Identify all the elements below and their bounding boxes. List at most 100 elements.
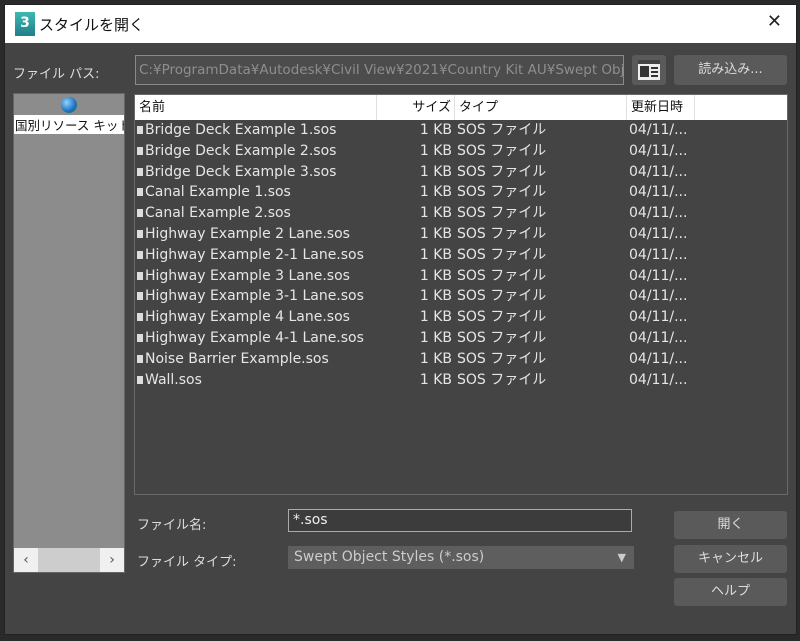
places-sidebar: 国別リソース キット ‹ › [13,93,125,573]
file-list-header: 名前 サイズ タイプ 更新日時 [135,95,787,120]
file-size: 1 KB [419,267,452,284]
file-name-cell: Highway Example 3-1 Lane.sos [135,286,377,307]
file-icon [137,146,143,155]
scroll-right-icon[interactable]: › [100,548,124,572]
file-name: Highway Example 3-1 Lane.sos [145,288,364,305]
file-icon [137,167,143,176]
file-name-cell: Bridge Deck Example 2.sos [135,141,377,162]
file-size: 1 KB [419,142,452,159]
file-type: SOS ファイル [457,142,547,159]
file-type-label: ファイル タイプ: [137,555,237,570]
dialog-title: スタイルを開く [39,16,145,34]
file-name-input[interactable]: *.sos [288,509,632,532]
file-type: SOS ファイル [457,288,547,305]
file-date: 04/11/... [629,246,688,263]
view-details-icon [638,60,660,80]
file-size: 1 KB [419,288,452,305]
file-row[interactable]: Highway Example 2 Lane.sos 1 KB SOS ファイル 04… [135,224,787,245]
file-name: Highway Example 2-1 Lane.sos [145,246,364,263]
file-date: 04/11/... [629,288,688,305]
file-row[interactable]: Canal Example 1.sos 1 KB SOS ファイル 04/11/... [135,182,787,203]
file-row[interactable]: Highway Example 3-1 Lane.sos 1 KB SOS ファイル… [135,286,787,307]
sidebar-horizontal-scrollbar[interactable]: ‹ › [14,548,124,572]
file-row[interactable]: Noise Barrier Example.sos 1 KB SOS ファイル 04/… [135,349,787,370]
read-button[interactable]: 読み込み... [674,55,787,85]
file-row[interactable]: Highway Example 2-1 Lane.sos 1 KB SOS ファイル… [135,245,787,266]
file-type: SOS ファイル [457,184,547,201]
view-mode-button[interactable] [632,55,666,85]
file-path-label: ファイル パス: [13,67,100,82]
file-row[interactable]: Highway Example 4-1 Lane.sos 1 KB SOS ファイル… [135,328,787,349]
column-header-type[interactable]: タイプ [455,95,627,120]
file-name-cell: Highway Example 2-1 Lane.sos [135,245,377,266]
file-icon [137,375,143,384]
file-name: Highway Example 4 Lane.sos [145,309,350,326]
file-size: 1 KB [419,225,452,242]
file-name: Canal Example 1.sos [145,184,291,201]
file-row[interactable]: Bridge Deck Example 2.sos 1 KB SOS ファイル 04/… [135,141,787,162]
file-name-cell: Highway Example 3 Lane.sos [135,266,377,287]
file-row[interactable]: Wall.sos 1 KB SOS ファイル 04/11/... [135,370,787,391]
scrollbar-thumb[interactable] [38,548,100,572]
open-style-dialog: 3 スタイルを開く ✕ ファイル パス: C:¥ProgramData¥Auto… [4,4,797,635]
file-name-cell: Canal Example 1.sos [135,182,377,203]
file-type-value: Swept Object Styles (*.sos) [294,549,485,565]
cancel-button[interactable]: キャンセル [674,545,787,573]
file-date: 04/11/... [629,142,688,159]
file-icon [137,271,143,280]
file-date: 04/11/... [629,267,688,284]
file-name: Canal Example 2.sos [145,205,291,222]
file-type: SOS ファイル [457,246,547,263]
file-name-cell: Wall.sos [135,370,377,391]
file-icon [137,209,143,218]
file-path-input[interactable]: C:¥ProgramData¥Autodesk¥Civil View¥2021¥… [135,55,624,85]
file-type: SOS ファイル [457,225,547,242]
file-type: SOS ファイル [457,329,547,346]
scroll-left-icon[interactable]: ‹ [14,548,38,572]
file-date: 04/11/... [629,184,688,201]
open-button[interactable]: 開く [674,511,787,539]
app-logo-icon: 3 [15,12,35,36]
file-name: Wall.sos [145,371,202,388]
file-name: Highway Example 4-1 Lane.sos [145,329,364,346]
file-size: 1 KB [419,205,452,222]
column-header-date[interactable]: 更新日時 [627,95,695,120]
file-name-cell: Canal Example 2.sos [135,203,377,224]
file-name-cell: Noise Barrier Example.sos [135,349,377,370]
globe-icon [61,97,77,113]
file-date: 04/11/... [629,225,688,242]
file-size: 1 KB [419,246,452,263]
chevron-down-icon: ▼ [617,551,626,564]
file-name: Noise Barrier Example.sos [145,350,329,367]
file-size: 1 KB [419,122,452,138]
file-name-label: ファイル名: [137,518,207,533]
file-icon [137,313,143,322]
file-type-select[interactable]: Swept Object Styles (*.sos) ▼ [288,546,634,569]
file-size: 1 KB [419,350,452,367]
file-type: SOS ファイル [457,163,547,180]
file-row[interactable]: Highway Example 4 Lane.sos 1 KB SOS ファイル 04… [135,307,787,328]
file-date: 04/11/... [629,309,688,326]
file-name-cell: Bridge Deck Example 3.sos [135,162,377,183]
file-name: Highway Example 3 Lane.sos [145,267,350,284]
file-type: SOS ファイル [457,122,547,138]
sidebar-item-country-kit[interactable]: 国別リソース キット [14,94,124,138]
file-date: 04/11/... [629,163,688,180]
file-icon [137,250,143,259]
file-icon [137,188,143,197]
file-row[interactable]: Highway Example 3 Lane.sos 1 KB SOS ファイル 04… [135,266,787,287]
file-name: Highway Example 2 Lane.sos [145,225,350,242]
file-row[interactable]: Canal Example 2.sos 1 KB SOS ファイル 04/11/... [135,203,787,224]
file-row[interactable]: Bridge Deck Example 1.sos 1 KB SOS ファイル 04/… [135,120,787,141]
column-header-size[interactable]: サイズ [377,95,455,120]
file-name-cell: Highway Example 2 Lane.sos [135,224,377,245]
close-icon[interactable]: ✕ [767,11,782,32]
column-header-name[interactable]: 名前 [135,95,377,120]
file-type: SOS ファイル [457,350,547,367]
file-row[interactable]: Bridge Deck Example 3.sos 1 KB SOS ファイル 04/… [135,162,787,183]
file-date: 04/11/... [629,205,688,222]
file-icon [137,333,143,342]
file-type: SOS ファイル [457,309,547,326]
help-button[interactable]: ヘルプ [674,578,787,606]
file-name: Bridge Deck Example 3.sos [145,163,337,180]
